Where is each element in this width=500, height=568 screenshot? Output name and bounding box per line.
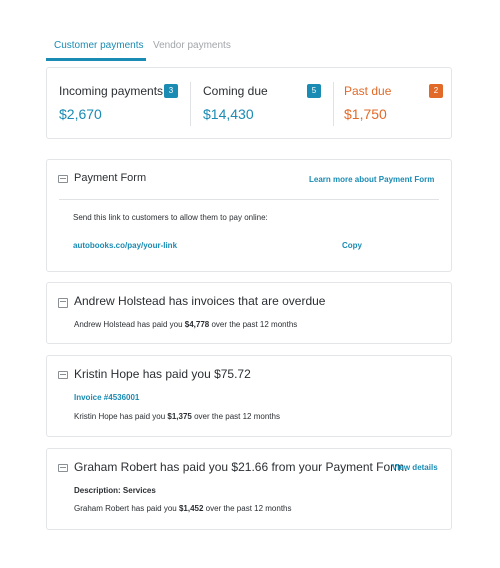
invoice-link[interactable]: Invoice #4536001: [74, 393, 139, 402]
metric-label: Incoming payments: [59, 84, 164, 98]
payment-tabs: Customer payments Vendor payments: [46, 32, 452, 62]
copy-link-button[interactable]: Copy: [342, 241, 362, 250]
activity-summary: Graham Robert has paid you $1,452 over t…: [74, 504, 292, 513]
tab-vendor-payments[interactable]: Vendor payments: [153, 40, 231, 51]
tab-customer-payments[interactable]: Customer payments: [54, 40, 143, 51]
activity-title: Graham Robert has paid you $21.66 from y…: [74, 460, 408, 474]
metric-label: Past due: [344, 84, 392, 98]
metric-amount: $2,670: [59, 106, 102, 122]
view-details-link[interactable]: View details: [392, 463, 438, 472]
metric-amount: $14,430: [203, 106, 254, 122]
coming-due-metric[interactable]: Coming due 5 $14,430: [190, 68, 333, 140]
incoming-payments-metric[interactable]: Incoming payments 3 $2,670: [47, 68, 190, 140]
past-due-metric[interactable]: Past due 2 $1,750: [333, 68, 451, 140]
activity-title: Kristin Hope has paid you $75.72: [74, 367, 251, 381]
count-badge: 5: [307, 84, 321, 98]
activity-title: Andrew Holstead has invoices that are ov…: [74, 294, 326, 308]
credit-card-icon: [58, 464, 68, 472]
activity-card: Kristin Hope has paid you $75.72 Invoice…: [46, 355, 452, 437]
payments-summary-card: Incoming payments 3 $2,670 Coming due 5 …: [46, 67, 452, 139]
active-tab-indicator: [46, 58, 146, 61]
activity-card: Andrew Holstead has invoices that are ov…: [46, 282, 452, 344]
count-badge: 3: [164, 84, 178, 98]
activity-summary: Kristin Hope has paid you $1,375 over th…: [74, 412, 280, 421]
card-title: Payment Form: [74, 172, 147, 184]
count-badge: 2: [429, 84, 443, 98]
credit-card-icon: [58, 371, 68, 379]
activity-card: Graham Robert has paid you $21.66 from y…: [46, 448, 452, 530]
metric-amount: $1,750: [344, 106, 387, 122]
payment-form-description: Send this link to customers to allow the…: [73, 213, 268, 222]
payment-link[interactable]: autobooks.co/pay/your-link: [73, 241, 177, 250]
metric-label: Coming due: [203, 84, 268, 98]
payment-form-card: Payment Form Learn more about Payment Fo…: [46, 159, 452, 272]
document-icon: [58, 298, 68, 308]
credit-card-icon: [58, 175, 68, 183]
activity-summary: Andrew Holstead has paid you $4,778 over…: [74, 320, 298, 329]
activity-description: Description: Services: [74, 486, 156, 495]
divider: [59, 199, 439, 200]
learn-more-link[interactable]: Learn more about Payment Form: [309, 175, 434, 184]
